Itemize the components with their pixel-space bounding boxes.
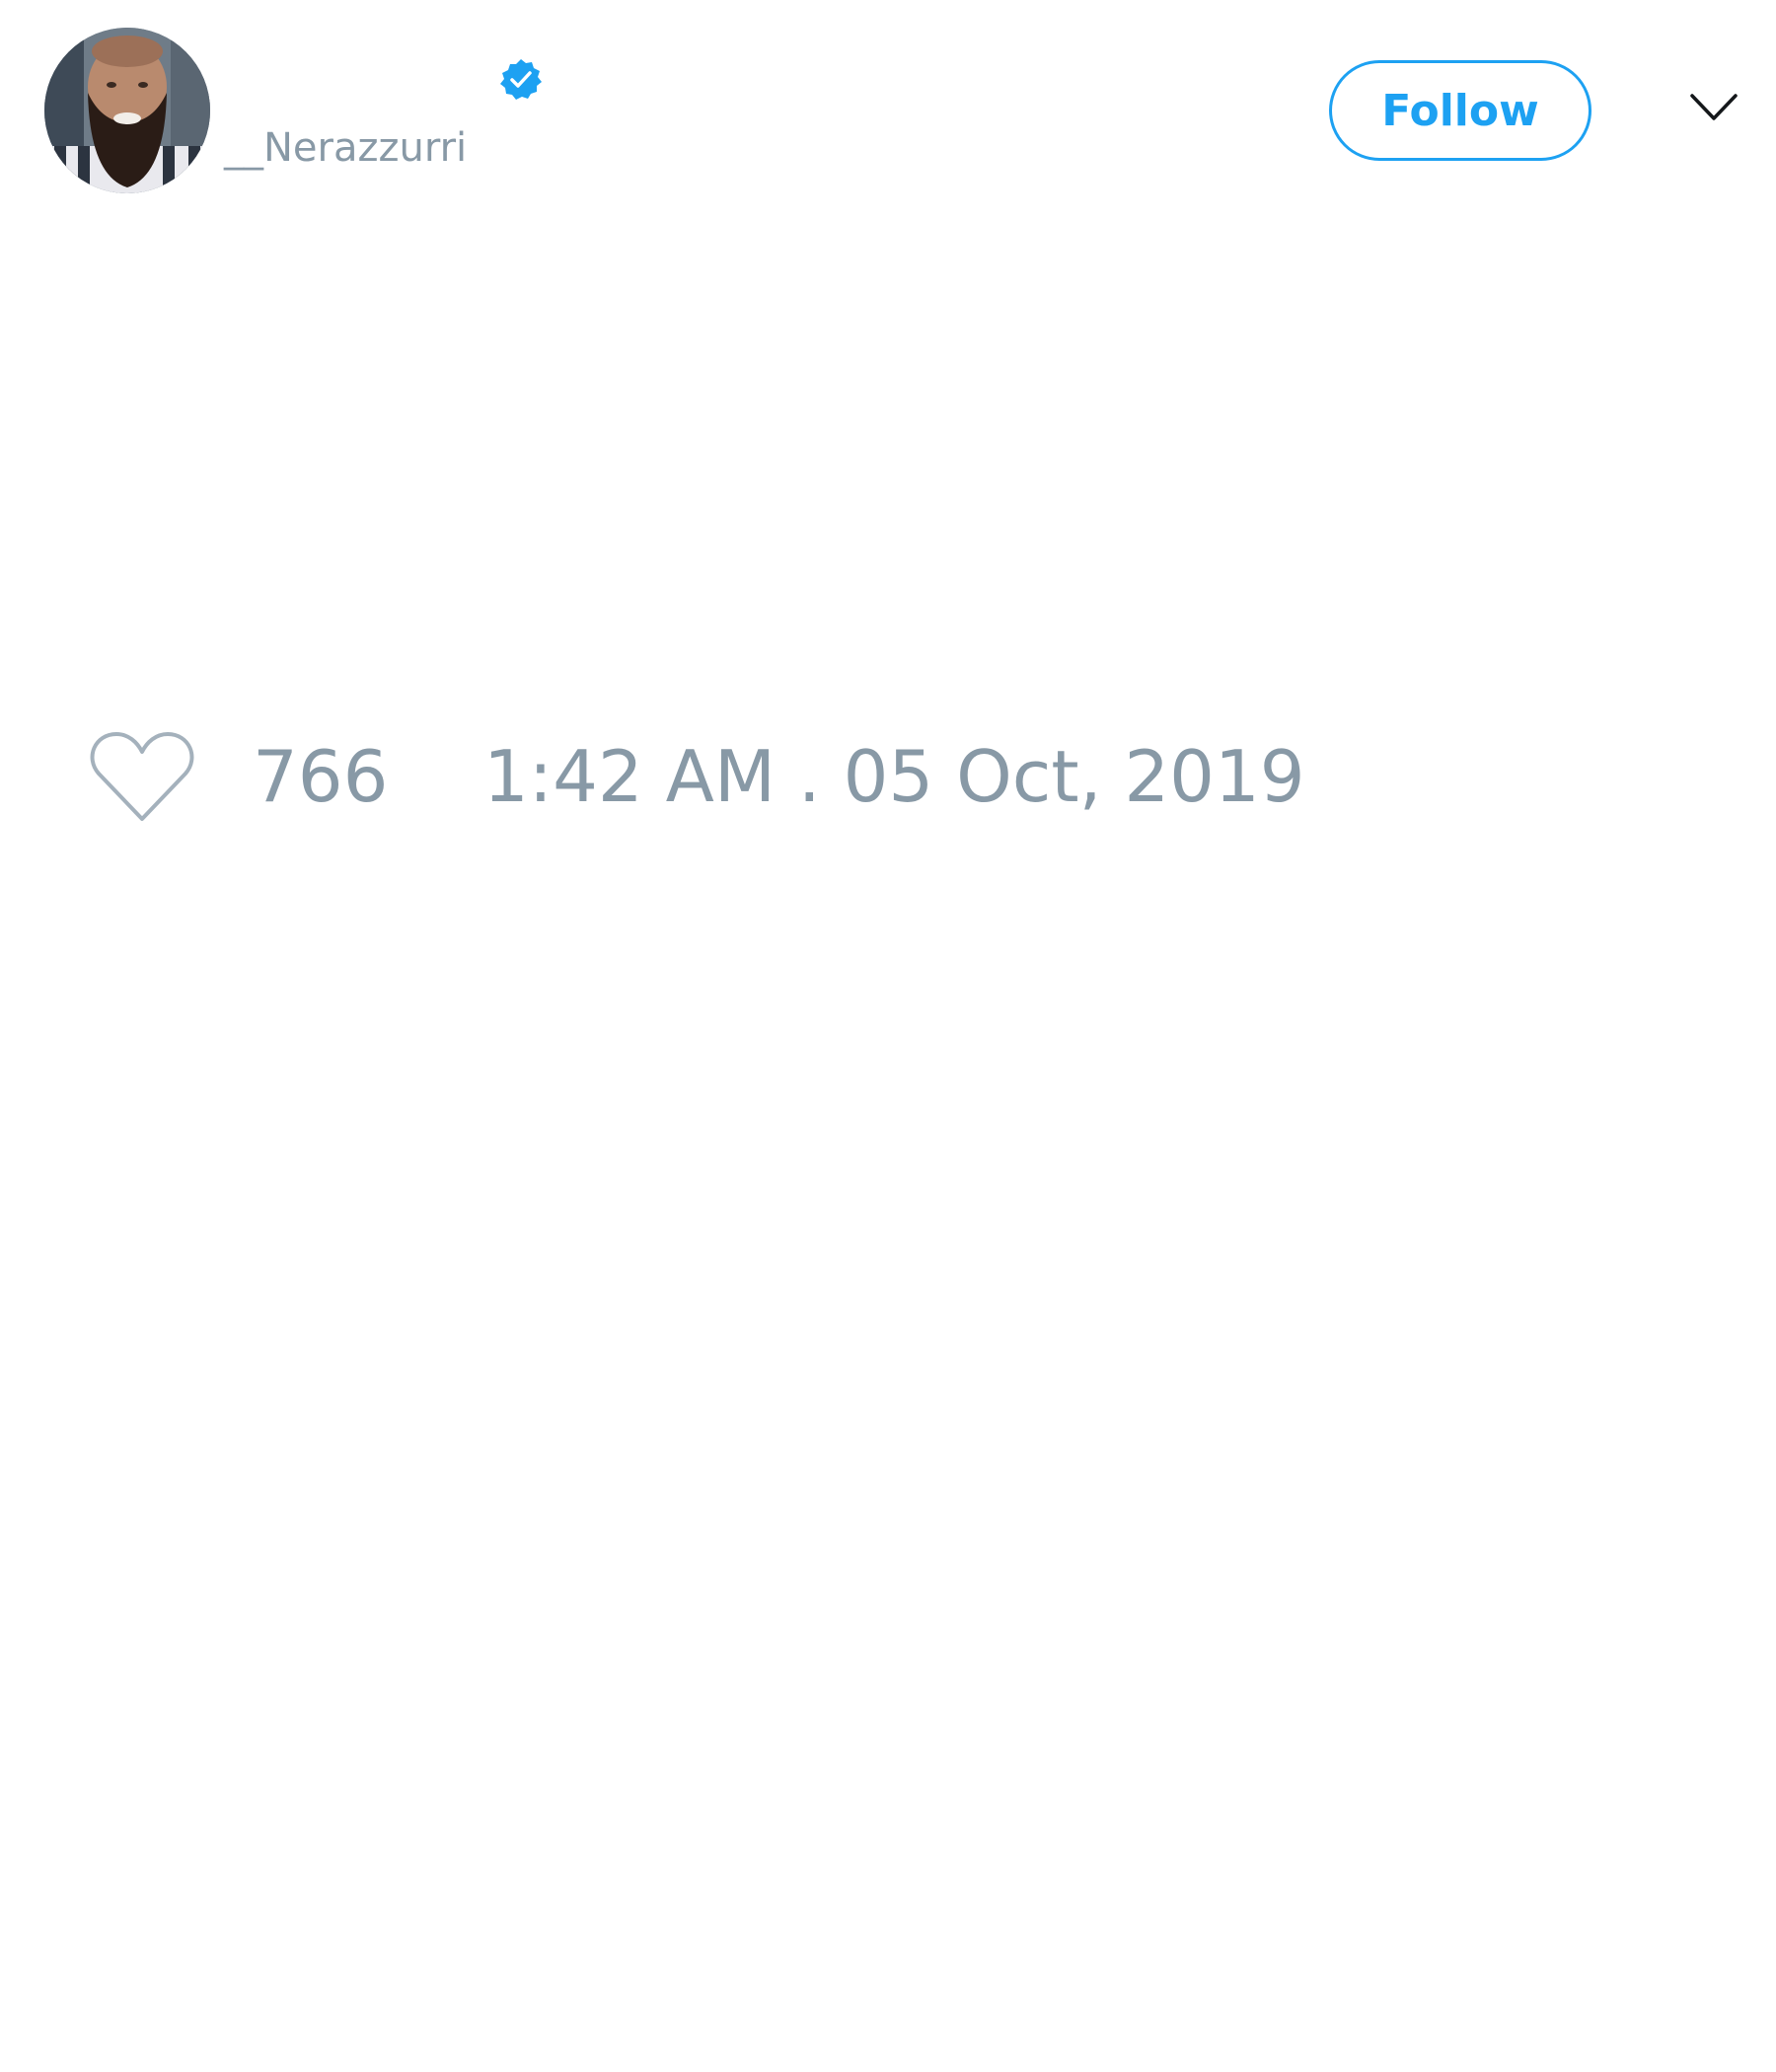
avatar[interactable]	[44, 28, 210, 193]
avatar-photo	[44, 28, 210, 193]
tweet-timestamp[interactable]: 1:42 AM . 05 Oct, 2019	[483, 735, 1305, 818]
like-count: 766	[253, 735, 389, 818]
author-handle[interactable]: __Nerazzurri	[224, 124, 467, 172]
verified-badge-icon	[498, 57, 544, 103]
heart-icon[interactable]	[89, 730, 195, 825]
chevron-down-icon[interactable]	[1689, 91, 1739, 124]
follow-button[interactable]: Follow	[1329, 60, 1591, 161]
